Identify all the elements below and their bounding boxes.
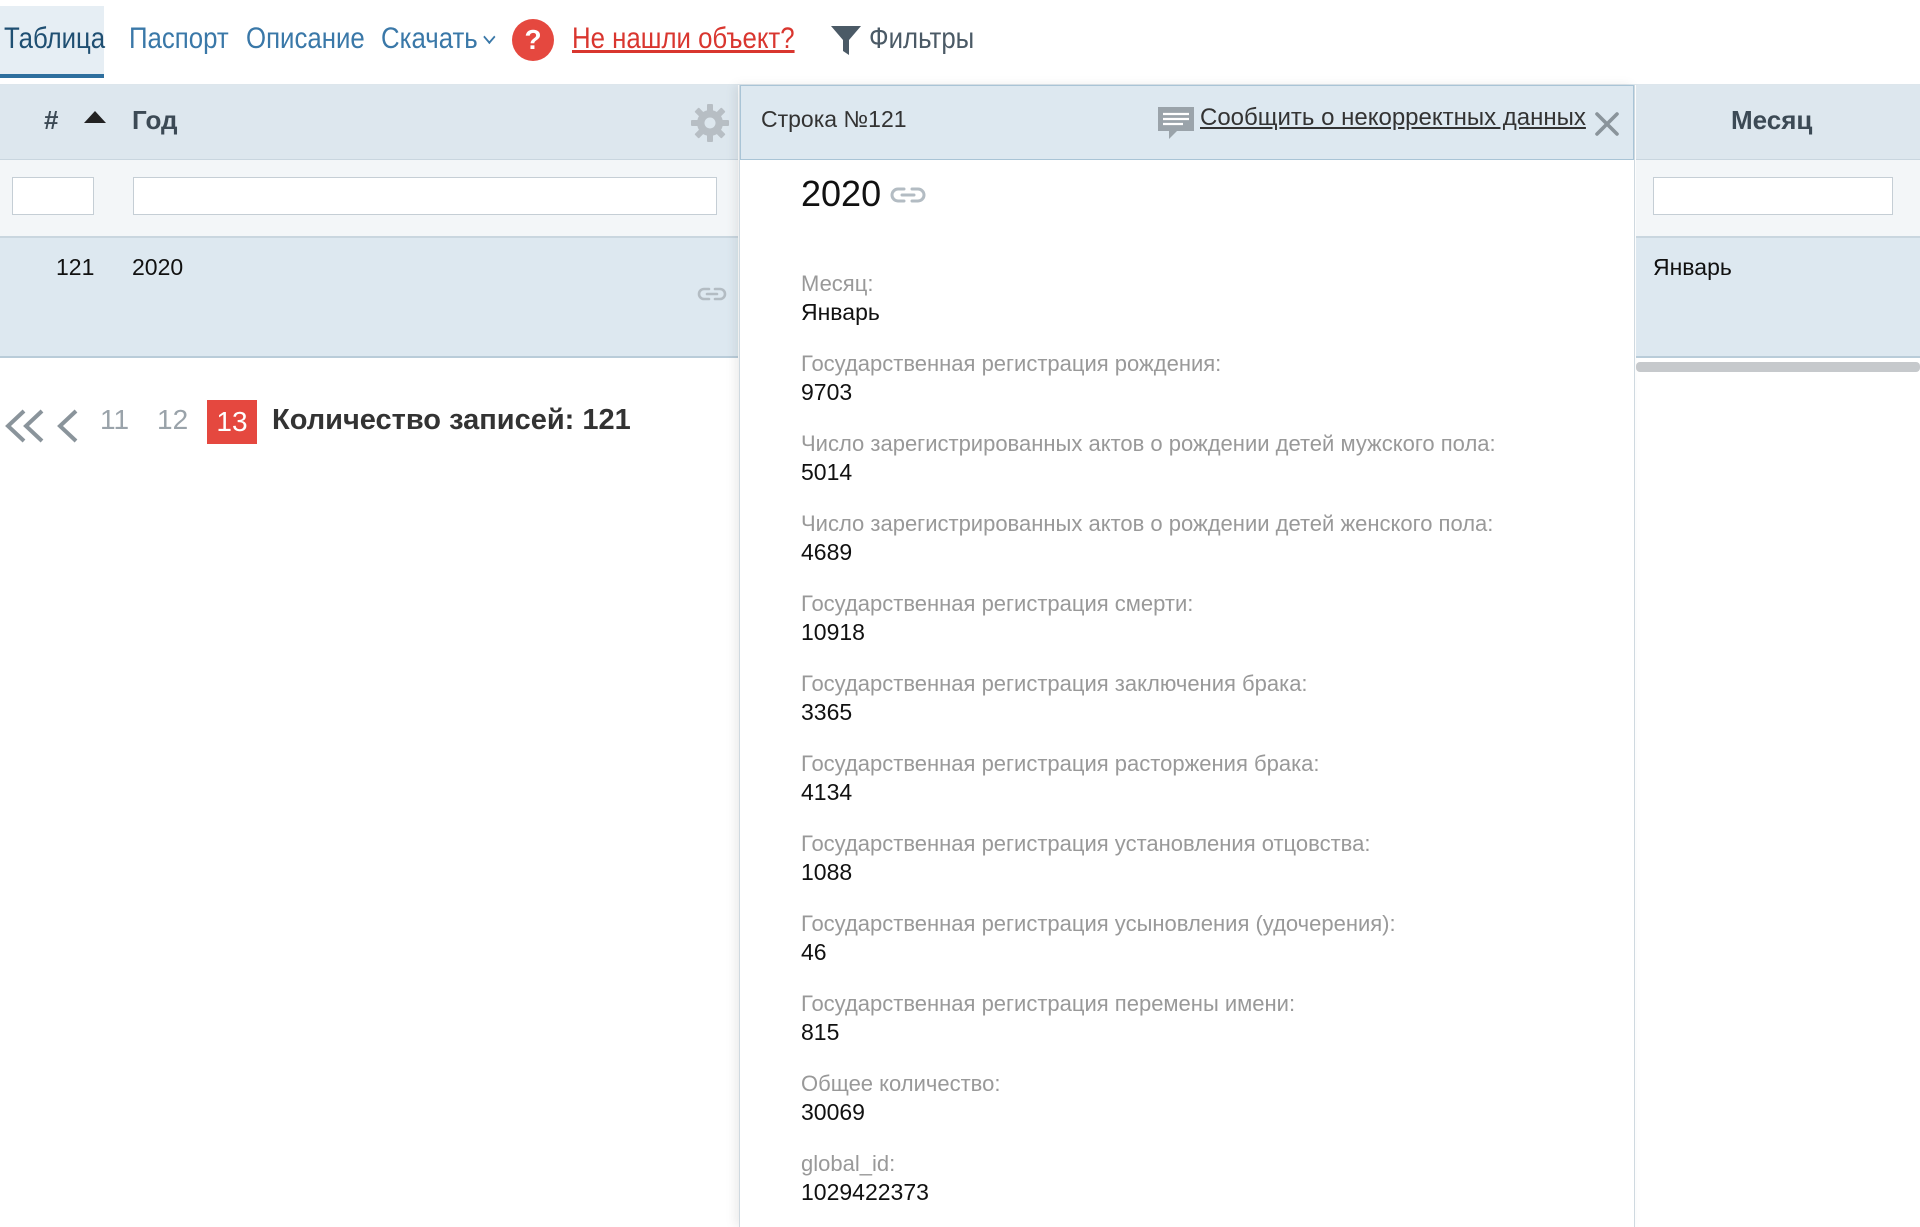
detail-field: Государственная регистрация усыновления … (801, 910, 1601, 990)
detail-field: Государственная регистрация перемены име… (801, 990, 1601, 1070)
tab-download-label: Скачать (381, 22, 478, 55)
sort-ascending-icon[interactable] (84, 111, 106, 123)
records-count: Количество записей: 121 (272, 404, 631, 436)
number-filter-input[interactable] (12, 177, 94, 215)
detail-field: Государственная регистрация рождения: 970… (801, 350, 1601, 430)
detail-fields: Месяц: Январь Государственная регистрация… (801, 270, 1601, 1227)
comment-icon[interactable] (1157, 106, 1195, 140)
field-label: Число зарегистрированных актов о рождени… (801, 511, 1494, 536)
previous-page-icon[interactable] (54, 408, 82, 444)
top-navigation: Таблица Паспорт Описание Скачать ? Не на… (0, 0, 1920, 85)
column-header-year[interactable]: Год (132, 105, 178, 136)
chevron-down-icon (482, 29, 496, 45)
funnel-icon[interactable] (830, 24, 862, 58)
field-label: Государственная регистрация перемены име… (801, 991, 1296, 1016)
tab-description[interactable]: Описание (246, 0, 365, 80)
gear-icon[interactable] (690, 103, 730, 143)
field-value: 30069 (801, 1099, 865, 1125)
detail-field: Число зарегистрированных актов о рождени… (801, 430, 1601, 510)
filter-row (0, 160, 738, 238)
detail-field: global_id: 1029422373 (801, 1150, 1601, 1227)
link-icon[interactable] (888, 185, 928, 205)
field-value: 5014 (801, 459, 853, 485)
not-found-link[interactable]: Не нашли объект? (572, 0, 795, 80)
table-row[interactable]: Январь (1636, 238, 1920, 358)
field-label: Государственная регистрация установления… (801, 831, 1371, 856)
close-icon[interactable] (1593, 110, 1621, 138)
field-label: Государственная регистрация заключения б… (801, 671, 1308, 696)
field-value: 10918 (801, 619, 865, 645)
field-value: Январь (801, 299, 880, 325)
filters-button[interactable]: Фильтры (869, 0, 974, 80)
field-value: 1029422373 (801, 1179, 929, 1205)
detail-field: Государственная регистрация смерти: 10918 (801, 590, 1601, 670)
data-table: # Год 121 2020 (0, 85, 738, 358)
question-icon[interactable]: ? (512, 19, 554, 61)
detail-field: Государственная регистрация установления… (801, 830, 1601, 910)
first-page-icon[interactable] (2, 408, 48, 444)
horizontal-scrollbar[interactable] (1636, 362, 1920, 372)
month-filter-input[interactable] (1653, 177, 1893, 215)
detail-field: Государственная регистрация заключения б… (801, 670, 1601, 750)
field-label: global_id: (801, 1151, 896, 1176)
field-value: 815 (801, 1019, 840, 1045)
field-value: 46 (801, 939, 827, 965)
year-filter-input[interactable] (133, 177, 717, 215)
field-label: Государственная регистрация усыновления … (801, 911, 1396, 936)
current-page[interactable]: 13 (207, 400, 257, 444)
field-value: 3365 (801, 699, 853, 725)
detail-title: 2020 (801, 173, 882, 214)
page-link[interactable]: 12 (157, 404, 188, 436)
table-header: # Год (0, 85, 738, 160)
row-detail-panel: Строка №121 Сообщить о некорректных данн… (739, 85, 1635, 1227)
field-value: 1088 (801, 859, 853, 885)
field-label: Государственная регистрация расторжения … (801, 751, 1320, 776)
detail-field: Число зарегистрированных актов о рождени… (801, 510, 1601, 590)
column-header-number[interactable]: # (44, 105, 58, 136)
month-filter-row (1636, 160, 1920, 238)
field-label: Государственная регистрация рождения: (801, 351, 1222, 376)
row-number-label: Строка №121 (761, 106, 907, 132)
report-incorrect-data-link[interactable]: Сообщить о некорректных данных (1200, 104, 1586, 132)
page-link[interactable]: 11 (100, 404, 129, 436)
tab-download[interactable]: Скачать (381, 0, 496, 80)
month-column: Месяц Январь (1636, 85, 1920, 358)
row-number-cell: 121 (56, 254, 95, 280)
column-header-month[interactable]: Месяц (1731, 105, 1812, 136)
field-label: Общее количество: (801, 1071, 1001, 1096)
month-column-header: Месяц (1636, 85, 1920, 160)
pagination: 11 12 13 Количество записей: 121 (0, 400, 738, 450)
tab-passport[interactable]: Паспорт (129, 0, 229, 80)
field-value: 9703 (801, 379, 853, 405)
field-label: Государственная регистрация смерти: (801, 591, 1194, 616)
link-icon[interactable] (696, 286, 728, 302)
detail-field: Месяц: Январь (801, 270, 1601, 350)
field-value: 4689 (801, 539, 853, 565)
field-value: 4134 (801, 779, 853, 805)
field-label: Месяц: (801, 271, 874, 296)
tab-table[interactable]: Таблица (4, 0, 105, 80)
detail-field: Общее количество: 30069 (801, 1070, 1601, 1150)
row-month-cell: Январь (1653, 254, 1732, 280)
detail-header: Строка №121 Сообщить о некорректных данн… (740, 85, 1634, 160)
row-year-cell: 2020 (132, 254, 184, 280)
table-row[interactable]: 121 2020 (0, 238, 738, 358)
field-label: Число зарегистрированных актов о рождени… (801, 431, 1496, 456)
detail-field: Государственная регистрация расторжения … (801, 750, 1601, 830)
